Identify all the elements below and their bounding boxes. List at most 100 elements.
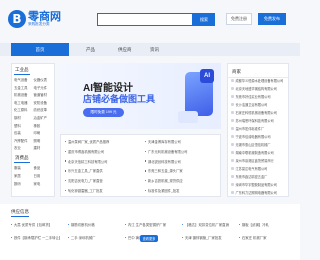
link-item[interactable]: 东莞三和五金_源头厂家: [145, 168, 183, 173]
merchant-item[interactable]: 深圳市华宇塑胶制品有限公司: [231, 182, 277, 187]
supply-item[interactable]: 铁件【钢承载护栏 一二手转让】: [11, 235, 62, 240]
merchant-item[interactable]: 广东科力达照明电器有限公司: [231, 190, 277, 195]
merchant-item[interactable]: 东莞市鑫达精密五金厂: [231, 174, 267, 179]
shop-icon: [231, 183, 234, 186]
category-item[interactable]: 家电: [34, 181, 53, 186]
merchant-item[interactable]: 温州市宏伟标准件厂: [231, 126, 264, 131]
banner-subtitle: 店铺必备做图工具: [83, 94, 156, 104]
category-item[interactable]: 电气设备: [14, 77, 33, 82]
link-item[interactable]: 广东元利机械设备有限公司: [145, 149, 187, 154]
link-item[interactable]: 北京天信精工科技有限公司: [65, 159, 107, 164]
category-item[interactable]: 印刷: [34, 130, 53, 135]
merchant-title: 商家: [228, 64, 288, 78]
search-input[interactable]: [97, 13, 193, 26]
merchant-item[interactable]: 北京天地盛华钢结构有限公司: [231, 86, 277, 91]
category-item[interactable]: 钢材: [14, 115, 33, 120]
merchant-item[interactable]: 石家庄科恒机械设备有限公司: [231, 110, 277, 115]
category-item[interactable]: 汽摩配件: [14, 138, 33, 143]
link-label: 天津金博库存有限公司: [147, 140, 181, 144]
shop-icon: [231, 159, 234, 162]
link-item[interactable]: 温州泵阀厂家_优质产品推荐: [65, 139, 109, 144]
category-item[interactable]: 农业: [14, 145, 33, 150]
link-item[interactable]: 新乡吉铁机械_现货供应: [145, 178, 183, 183]
link-item[interactable]: 氧化锌避雷器_工厂批发: [65, 188, 103, 193]
shop-icon: [231, 127, 234, 130]
category-item[interactable]: 建材: [34, 145, 53, 150]
merchant-name: 东莞市鑫达精密五金厂: [235, 175, 268, 179]
supply-item[interactable]: 内江 生产各类型锅炉厂家: [125, 222, 166, 227]
site-logo[interactable]: B 零商网 采购批发分类: [8, 10, 61, 28]
link-item[interactable]: 乐兴五金工具_厂家直供: [65, 168, 103, 173]
nav-item-home[interactable]: 首页: [11, 43, 69, 56]
merchant-item[interactable]: 江苏豪达电气有限公司: [231, 166, 267, 171]
category-item[interactable]: 食品: [34, 165, 53, 170]
category-item[interactable]: 电子元件: [34, 85, 53, 90]
supply-item[interactable]: 钢板【武钢】冷轧: [239, 222, 269, 227]
category-item[interactable]: 安防设备: [34, 100, 53, 105]
link-label: 广东元利机械设备有限公司: [147, 149, 188, 154]
category-item[interactable]: 包装: [14, 130, 33, 135]
link-label: 氧化锌避雷器_工厂批发: [67, 189, 103, 193]
bullet-icon: [239, 223, 241, 226]
banner-cta[interactable]: 限时免费 199 元: [83, 108, 124, 117]
supply-item[interactable]: 钢筋切断机价格: [68, 222, 95, 227]
more-button[interactable]: 查看更多: [140, 235, 158, 242]
category-item[interactable]: 冶金矿产: [34, 115, 53, 120]
link-item[interactable]: 重庆市得鑫机械有限公司: [65, 149, 104, 154]
supply-label: 【格达】双扣变位机厂家直销: [184, 223, 229, 227]
link-item[interactable]: 湖北锐创科技有限公司: [145, 159, 181, 164]
category-item[interactable]: 家居: [14, 173, 33, 178]
category-item[interactable]: 纺织皮革: [34, 107, 53, 112]
merchant-item[interactable]: 成都华义恒源水处理设备有限公司: [231, 78, 283, 83]
nav-item-suppliers[interactable]: 供应商: [118, 43, 132, 56]
merchant-item[interactable]: 无锡市惠山区恒信机械厂: [231, 142, 271, 147]
link-item[interactable]: 标准件及紧固件_批发: [145, 188, 179, 193]
bullet-icon: [68, 223, 70, 226]
link-label: 北京天信精工科技有限公司: [67, 159, 108, 164]
merchant-name: 宁波市佳诚电器有限公司: [235, 135, 271, 139]
supply-label: 大荔 优质专供【包邮货】: [13, 223, 53, 227]
category-item[interactable]: 日用: [34, 173, 53, 178]
category-item[interactable]: 服装: [14, 165, 33, 170]
merchant-item[interactable]: 泉州市泉港区鑫茂贸易商行: [231, 158, 274, 163]
link-item[interactable]: 沈阳吉优电力_厂家直营: [65, 178, 103, 183]
category-item[interactable]: 化工原料: [14, 107, 33, 112]
link-item[interactable]: 天津金博库存有限公司: [145, 139, 181, 144]
merchant-name: 泉州市泉港区鑫茂贸易商行: [235, 159, 274, 163]
supply-label: 石家庄 机械厂家: [241, 236, 267, 240]
link-label: 乐兴五金工具_厂家直供: [67, 169, 103, 174]
merchant-item[interactable]: 长沙洁通卫浴有限公司: [231, 102, 267, 107]
bullet-icon: [68, 236, 70, 239]
category-item[interactable]: 机械设备: [14, 92, 33, 97]
merchant-item[interactable]: 苏州瑞恩环保科技有限公司: [231, 118, 274, 123]
nav-item-products[interactable]: 产品: [86, 43, 95, 56]
merchant-name: 成都华义恒源水处理设备有限公司: [235, 79, 284, 83]
merchant-item[interactable]: 宁波市佳诚电器有限公司: [231, 134, 271, 139]
register-button[interactable]: 免费注册: [226, 13, 252, 25]
shop-icon: [231, 119, 234, 122]
publish-button[interactable]: 免费发布: [258, 13, 286, 25]
merchant-item[interactable]: 东莞市好佳实业有限公司: [231, 94, 271, 99]
category-item[interactable]: 塑料: [14, 123, 33, 128]
supply-item[interactable]: 石家庄 机械厂家: [239, 235, 267, 240]
category-item[interactable]: 橡胶: [34, 123, 53, 128]
category-item[interactable]: 数码: [14, 181, 33, 186]
link-label: 重庆市得鑫机械有限公司: [67, 149, 105, 154]
bullet-icon: [65, 150, 67, 152]
search-button[interactable]: 搜索: [193, 13, 215, 26]
supply-item[interactable]: 二手 深圳机械厂: [68, 235, 96, 240]
supply-label: 钢筋切断机价格: [70, 223, 95, 227]
supply-item[interactable]: 【格达】双扣变位机厂家直销: [182, 222, 229, 227]
category-item[interactable]: 管道管材: [34, 92, 53, 97]
category-item[interactable]: 五金工具: [14, 85, 33, 90]
logo-title: 零商网: [28, 10, 61, 23]
category-item[interactable]: 电工电器: [14, 100, 33, 105]
merchant-item[interactable]: 湖南中联机械制造有限公司: [231, 150, 274, 155]
nav-item-news[interactable]: 资讯: [150, 43, 159, 56]
category-item[interactable]: 照明: [34, 138, 53, 143]
category-item[interactable]: 仪器仪表: [34, 77, 53, 82]
supply-item[interactable]: 大荔 优质专供【包邮货】: [11, 222, 52, 227]
supply-item[interactable]: 天津 镀锌钢管_厂家批发: [182, 235, 222, 240]
promo-banner[interactable]: AI智能设计 店铺必备做图工具 限时免费 199 元 AI: [60, 63, 221, 129]
ai-badge-icon: AI: [200, 69, 214, 83]
